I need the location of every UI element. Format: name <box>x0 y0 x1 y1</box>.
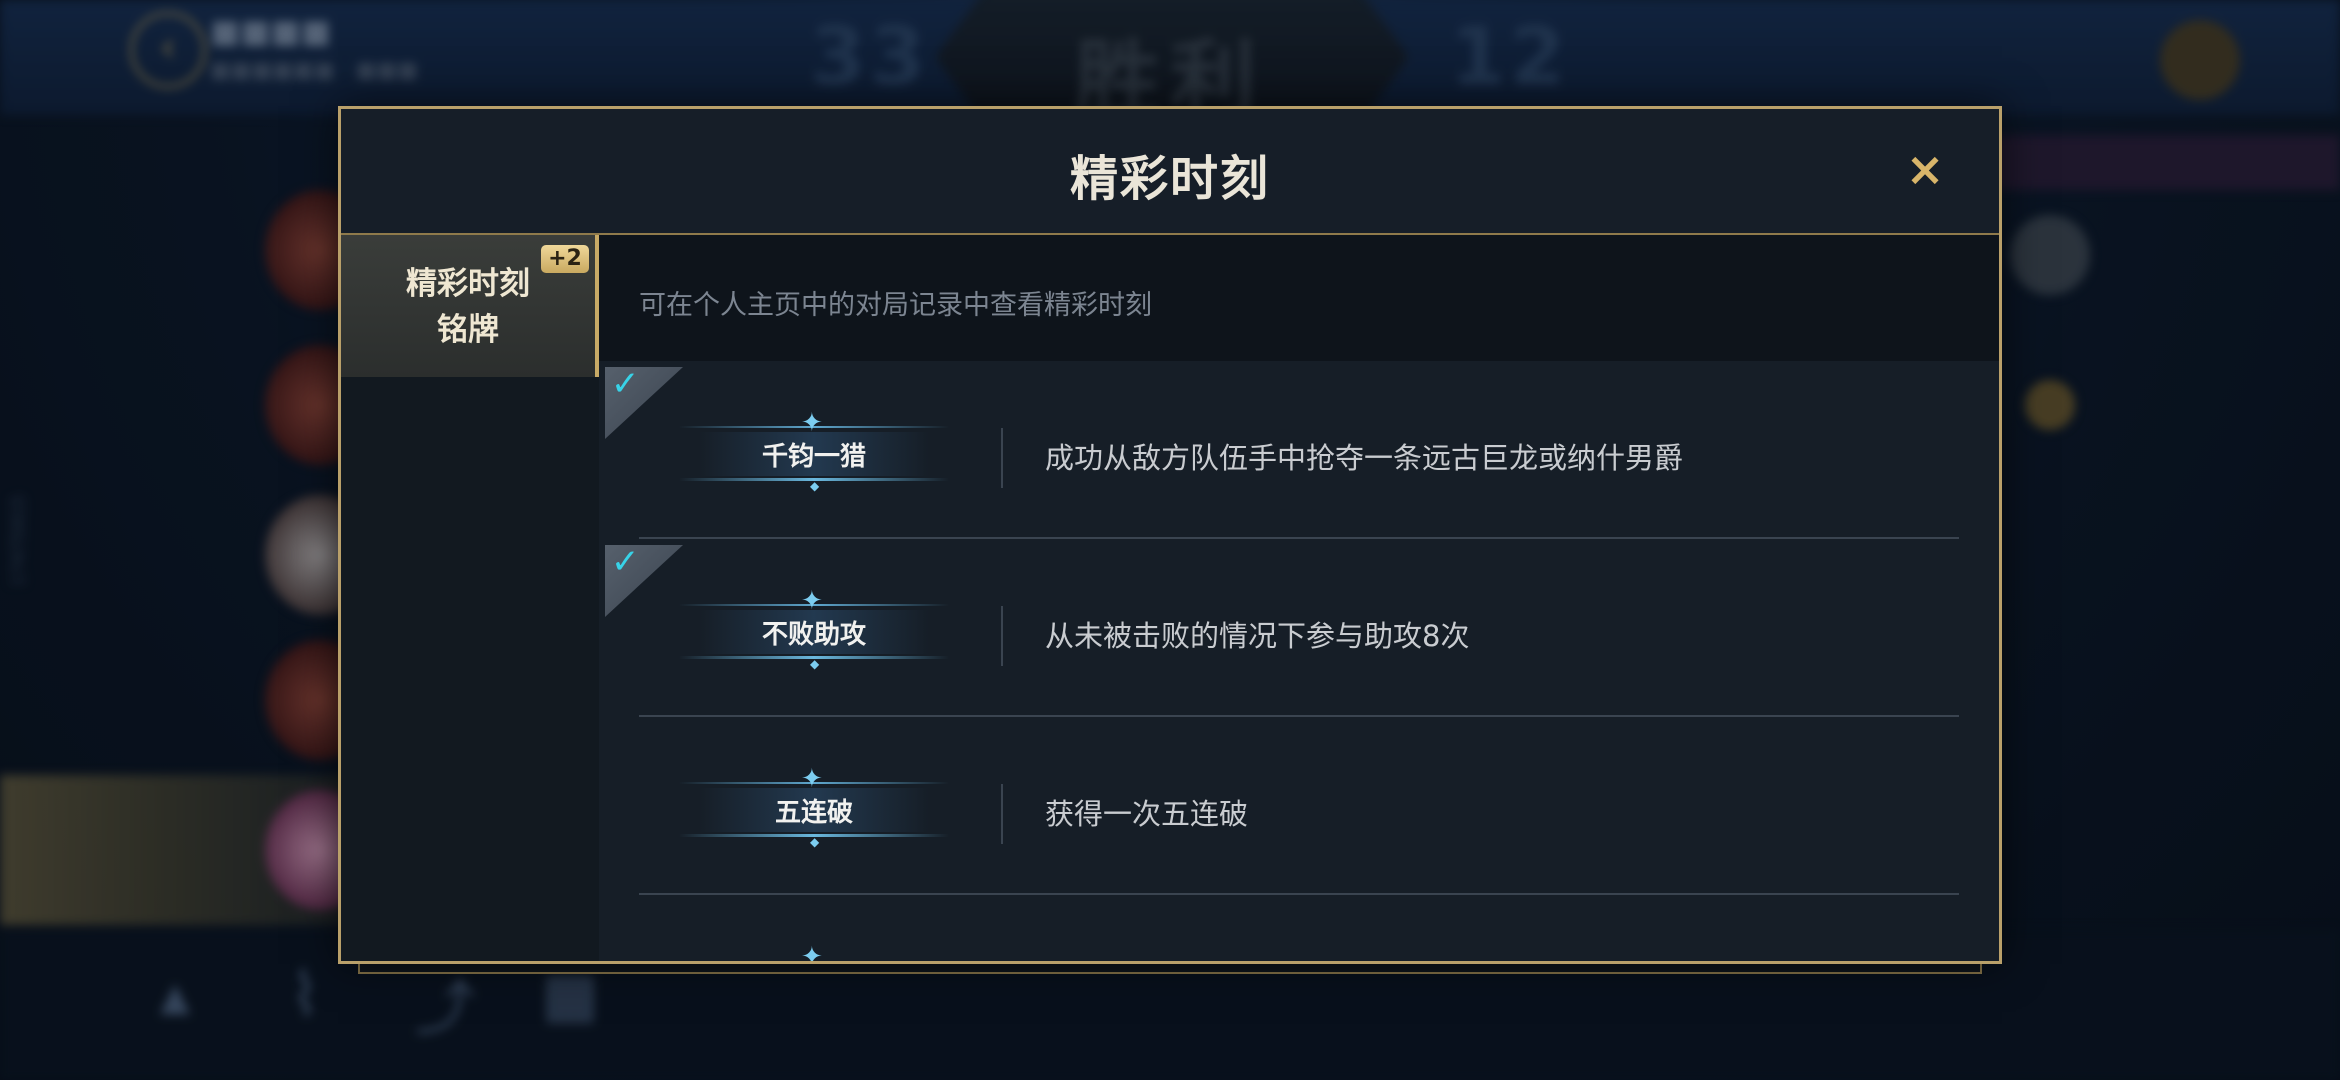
modal-header: 精彩时刻 × <box>341 109 1999 235</box>
list-item: ✓ ✦ ◆ 不败助攻 从未被击败的情况下参与助攻8次 <box>599 539 1999 717</box>
badge-name: 千钧一猎 <box>761 442 866 472</box>
count-badge: +2 <box>541 245 589 273</box>
badge-description: 成功从敌方队伍手中抢夺一条远古巨龙或纳什男爵 <box>1045 441 1684 475</box>
modal-title: 精彩时刻 <box>1069 151 1270 207</box>
badge-emblem: ✦ ◆ 五连破 <box>669 766 959 849</box>
divider <box>1001 606 1003 666</box>
badge-description: 从未被击败的情况下参与助攻8次 <box>1045 619 1470 653</box>
crest-icon: ✦ <box>801 408 823 438</box>
list-item: ✓ ✦ ◆ 千钧一猎 成功从敌方队伍手中抢夺一条远古巨龙或纳什男爵 <box>599 361 1999 539</box>
modal-sidebar: 精彩时刻 铭牌 +2 <box>341 235 599 961</box>
list-item: ✦ ◆ 五连破 获得一次五连破 <box>599 717 1999 895</box>
highlights-modal: 精彩时刻 × 精彩时刻 铭牌 +2 可在个人主页中的对局记录中查看精彩时刻 ✓ … <box>338 106 2002 964</box>
badge-emblem: ✦ ◆ 千钧一猎 <box>669 410 959 493</box>
divider <box>1001 428 1003 488</box>
modal-content: 可在个人主页中的对局记录中查看精彩时刻 ✓ ✦ ◆ 千钧一猎 成功从敌方队伍手中… <box>599 235 1999 961</box>
close-icon[interactable]: × <box>1905 146 1945 192</box>
crest-icon: ✦ <box>801 586 823 616</box>
list-item: ✦ <box>599 895 1999 961</box>
crest-icon: ✦ <box>801 764 823 794</box>
diamond-icon: ◆ <box>810 835 820 849</box>
info-bar: 可在个人主页中的对局记录中查看精彩时刻 <box>599 235 1999 361</box>
badge-emblem: ✦ <box>669 944 959 961</box>
badge-name: 五连破 <box>774 798 853 828</box>
divider <box>1001 784 1003 844</box>
diamond-icon: ◆ <box>810 479 820 493</box>
tab-label: 精彩时刻 铭牌 <box>406 266 530 348</box>
crest-icon: ✦ <box>801 942 823 961</box>
tab-highlight-badges[interactable]: 精彩时刻 铭牌 +2 <box>341 235 599 377</box>
achievement-list[interactable]: ✓ ✦ ◆ 千钧一猎 成功从敌方队伍手中抢夺一条远古巨龙或纳什男爵 ✓ ✦ ◆ … <box>599 361 1999 961</box>
badge-emblem: ✦ ◆ 不败助攻 <box>669 588 959 671</box>
diamond-icon: ◆ <box>810 657 820 671</box>
info-text: 可在个人主页中的对局记录中查看精彩时刻 <box>639 290 1152 321</box>
badge-name: 不败助攻 <box>761 620 866 650</box>
badge-description: 获得一次五连破 <box>1045 797 1249 831</box>
checkmark-icon: ✓ <box>611 364 640 404</box>
checkmark-icon: ✓ <box>611 542 640 582</box>
